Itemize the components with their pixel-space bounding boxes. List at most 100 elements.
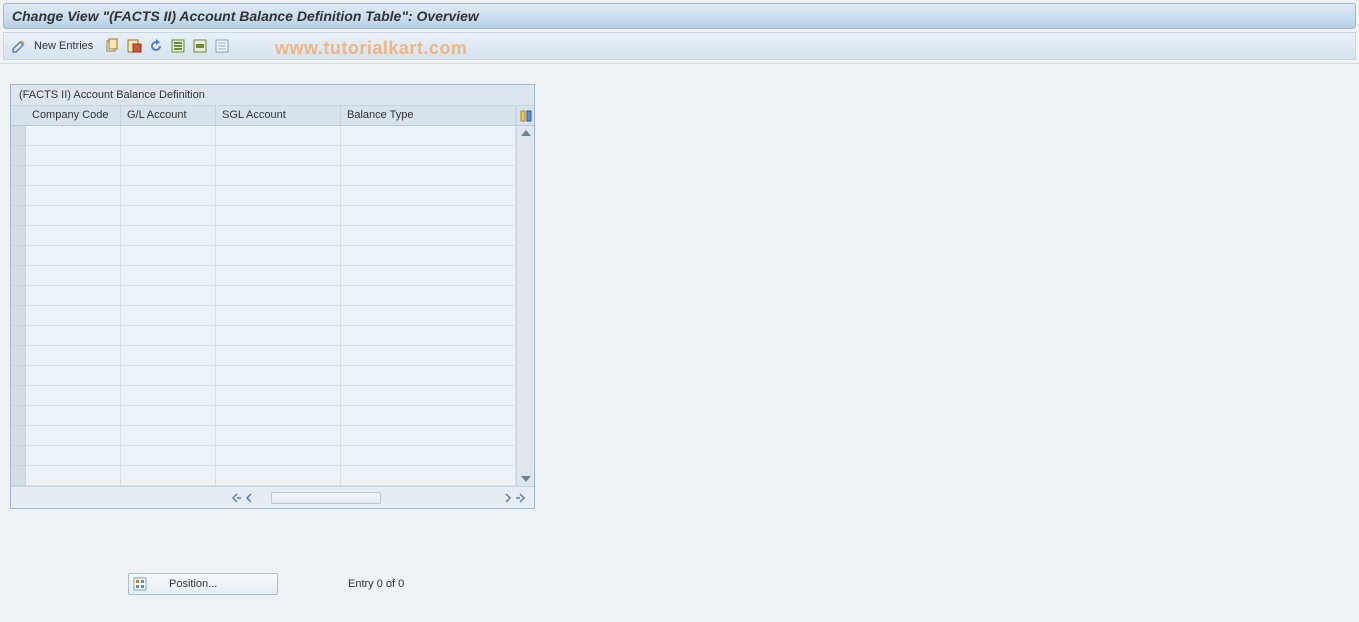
cell-balance-type[interactable] [341,166,516,186]
cell-gl-account[interactable] [121,186,216,206]
cell-sgl-account[interactable] [216,226,341,246]
select-all-icon[interactable] [169,37,187,55]
row-selector[interactable] [11,446,26,466]
deselect-all-icon[interactable] [213,37,231,55]
scroll-right-icon[interactable] [502,492,514,504]
cell-company-code[interactable] [26,246,121,266]
cell-balance-type[interactable] [341,446,516,466]
cell-company-code[interactable] [26,146,121,166]
delete-icon[interactable] [125,37,143,55]
cell-sgl-account[interactable] [216,266,341,286]
scroll-first-icon[interactable] [231,492,243,504]
cell-company-code[interactable] [26,326,121,346]
cell-balance-type[interactable] [341,426,516,446]
cell-gl-account[interactable] [121,146,216,166]
cell-balance-type[interactable] [341,386,516,406]
row-selector[interactable] [11,286,26,306]
cell-sgl-account[interactable] [216,246,341,266]
row-selector[interactable] [11,406,26,426]
scroll-down-icon[interactable] [521,476,531,482]
column-header-gl-account[interactable]: G/L Account [121,106,216,125]
cell-sgl-account[interactable] [216,146,341,166]
undo-change-icon[interactable] [147,37,165,55]
row-selector[interactable] [11,266,26,286]
cell-balance-type[interactable] [341,146,516,166]
cell-gl-account[interactable] [121,206,216,226]
cell-company-code[interactable] [26,346,121,366]
cell-balance-type[interactable] [341,406,516,426]
cell-company-code[interactable] [26,466,121,486]
cell-company-code[interactable] [26,286,121,306]
cell-company-code[interactable] [26,406,121,426]
scroll-left-icon[interactable] [243,492,255,504]
cell-balance-type[interactable] [341,366,516,386]
row-selector[interactable] [11,306,26,326]
cell-balance-type[interactable] [341,306,516,326]
cell-company-code[interactable] [26,446,121,466]
cell-company-code[interactable] [26,386,121,406]
column-header-balance-type[interactable]: Balance Type [341,106,516,125]
cell-sgl-account[interactable] [216,206,341,226]
row-selector[interactable] [11,346,26,366]
row-selector[interactable] [11,166,26,186]
cell-balance-type[interactable] [341,266,516,286]
cell-sgl-account[interactable] [216,426,341,446]
cell-balance-type[interactable] [341,126,516,146]
scroll-last-icon[interactable] [514,492,526,504]
cell-balance-type[interactable] [341,326,516,346]
cell-sgl-account[interactable] [216,346,341,366]
position-button[interactable]: Position... [128,573,278,595]
cell-gl-account[interactable] [121,466,216,486]
cell-balance-type[interactable] [341,226,516,246]
cell-sgl-account[interactable] [216,126,341,146]
row-selector[interactable] [11,426,26,446]
cell-gl-account[interactable] [121,286,216,306]
row-selector[interactable] [11,126,26,146]
row-selector[interactable] [11,146,26,166]
cell-company-code[interactable] [26,306,121,326]
cell-gl-account[interactable] [121,126,216,146]
cell-gl-account[interactable] [121,326,216,346]
row-selector[interactable] [11,206,26,226]
row-selector[interactable] [11,386,26,406]
cell-balance-type[interactable] [341,286,516,306]
row-selector-header[interactable] [11,106,26,125]
row-selector[interactable] [11,246,26,266]
cell-company-code[interactable] [26,126,121,146]
cell-gl-account[interactable] [121,446,216,466]
cell-sgl-account[interactable] [216,306,341,326]
cell-sgl-account[interactable] [216,166,341,186]
cell-sgl-account[interactable] [216,446,341,466]
cell-balance-type[interactable] [341,346,516,366]
column-header-sgl-account[interactable]: SGL Account [216,106,341,125]
horizontal-scroll-thumb[interactable] [271,492,381,504]
cell-sgl-account[interactable] [216,326,341,346]
scroll-up-icon[interactable] [521,130,531,136]
cell-company-code[interactable] [26,266,121,286]
copy-as-icon[interactable] [103,37,121,55]
cell-company-code[interactable] [26,366,121,386]
vertical-scrollbar[interactable] [516,126,534,486]
row-selector[interactable] [11,326,26,346]
cell-sgl-account[interactable] [216,366,341,386]
cell-gl-account[interactable] [121,386,216,406]
configure-columns-icon[interactable] [516,106,534,125]
cell-company-code[interactable] [26,206,121,226]
select-block-icon[interactable] [191,37,209,55]
cell-gl-account[interactable] [121,246,216,266]
cell-balance-type[interactable] [341,246,516,266]
cell-sgl-account[interactable] [216,286,341,306]
cell-balance-type[interactable] [341,186,516,206]
cell-sgl-account[interactable] [216,466,341,486]
cell-balance-type[interactable] [341,466,516,486]
row-selector[interactable] [11,466,26,486]
cell-gl-account[interactable] [121,406,216,426]
cell-gl-account[interactable] [121,306,216,326]
row-selector[interactable] [11,186,26,206]
cell-company-code[interactable] [26,226,121,246]
cell-sgl-account[interactable] [216,406,341,426]
row-selector[interactable] [11,366,26,386]
cell-gl-account[interactable] [121,366,216,386]
column-header-company-code[interactable]: Company Code [26,106,121,125]
cell-gl-account[interactable] [121,166,216,186]
